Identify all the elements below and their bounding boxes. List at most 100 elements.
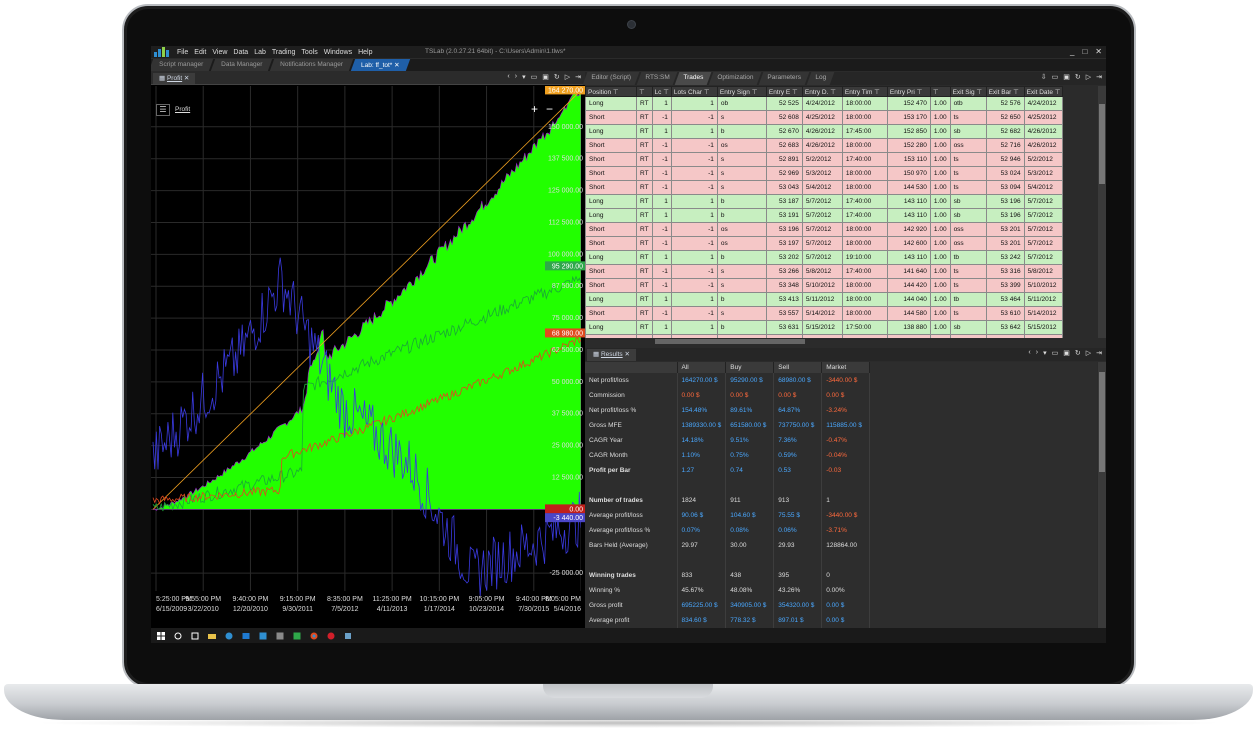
results-row[interactable]: Gross profit 695225.00 $340905.00 $354320… — [585, 598, 871, 613]
results-row[interactable] — [585, 478, 871, 493]
store-icon[interactable] — [242, 632, 250, 640]
tab-profit[interactable]: ▦ Profit ✕ — [153, 73, 196, 84]
trades-horizontal-scrollbar[interactable] — [585, 338, 1106, 346]
doc-tab-0[interactable]: Script manager — [151, 59, 214, 71]
table-row[interactable]: Short RT -1 -1 s 53 557 5/14/2012 18:00:00 144 5… — [585, 306, 1064, 321]
folder-icon[interactable]: ▭ — [531, 73, 538, 81]
trades-col-header[interactable]: Lc ⊤ — [651, 86, 672, 97]
opera-icon[interactable] — [327, 632, 335, 640]
trades-vertical-scrollbar[interactable] — [1098, 86, 1106, 338]
results-row[interactable]: Net profit/loss % 154.48% 89.61% 64.87% -3.2… — [585, 403, 871, 418]
dropdown-icon[interactable]: ▾ — [522, 73, 526, 81]
table-row[interactable]: Long RT 1 1 b 53 631 5/15/2012 17:50:00 138 880 1… — [585, 320, 1064, 335]
trades-col-header[interactable]: Lots Char ⊤ — [670, 86, 718, 97]
menu-tools[interactable]: Tools — [301, 49, 317, 56]
search-icon[interactable] — [174, 632, 182, 640]
menu-view[interactable]: View — [212, 49, 227, 56]
table-row[interactable]: Long RT 1 1 b 52 670 4/26/2012 17:45:00 152 850 1… — [585, 124, 1064, 139]
results-row[interactable]: Number of trades 1824 911 913 1 — [585, 493, 871, 508]
results-row[interactable]: Winning trades 833 438 395 0 — [585, 568, 871, 583]
results-col-header[interactable]: Buy — [725, 362, 775, 373]
menu-file[interactable]: File — [177, 49, 188, 56]
results-row[interactable]: Average profit/loss % 0.07% 0.08% 0.06% -3.7… — [585, 523, 871, 538]
doc-tab-2[interactable]: Notifications Manager — [270, 59, 354, 71]
zoom-in-button[interactable]: + — [531, 102, 538, 116]
trades-col-header[interactable]: Position ⊤ — [585, 86, 637, 97]
results-row[interactable]: Gross MFE 1389330.00 $651580.00 $737750.0… — [585, 418, 871, 433]
save-icon[interactable]: ▣ — [1063, 73, 1070, 81]
nav-right-icon[interactable]: › — [1036, 349, 1038, 357]
menu-edit[interactable]: Edit — [194, 49, 206, 56]
edge-browser-icon[interactable] — [225, 632, 233, 640]
table-row[interactable]: Short RT -1 -1 s 52 608 4/25/2012 18:00:00 153 1… — [585, 110, 1064, 125]
zoom-out-button[interactable]: − — [546, 102, 553, 116]
results-row[interactable]: Commission 0.00 $0.00 $0.00 $0.00 $ — [585, 388, 871, 403]
refresh-icon[interactable]: ↻ — [1075, 349, 1081, 357]
results-row[interactable]: Bars Held (Average) 29.97 30.00 29.93 128864… — [585, 538, 871, 553]
maximize-icon[interactable]: □ — [1082, 47, 1087, 56]
play-icon[interactable]: ▷ — [1086, 73, 1091, 81]
table-row[interactable]: Short RT -1 -1 s 53 348 5/10/2012 18:00:00 144 4… — [585, 278, 1064, 293]
results-col-header[interactable]: Market — [821, 362, 871, 373]
table-row[interactable]: Short RT -1 -1 s 53 266 5/8/2012 17:40:00 141 64… — [585, 264, 1064, 279]
legend-toggle-button[interactable]: ☰ — [156, 104, 170, 116]
minimize-icon[interactable]: _ — [1070, 47, 1074, 56]
results-col-header[interactable]: All — [677, 362, 727, 373]
table-row[interactable]: Long RT 1 1 b 53 413 5/11/2012 18:00:00 144 040 1… — [585, 292, 1064, 307]
results-col-header[interactable] — [585, 362, 678, 373]
tab-trades[interactable]: Trades — [674, 72, 712, 85]
save-icon[interactable]: ▣ — [542, 73, 549, 81]
tslab-taskbar-icon[interactable] — [259, 632, 267, 640]
folder-icon[interactable]: ▭ — [1052, 349, 1059, 357]
profit-chart[interactable]: 150 000.00 137 500.00 125 000.00 112 500.00… — [151, 85, 585, 629]
trades-col-header[interactable]: ⊤ — [636, 86, 653, 97]
tab-editor-script-[interactable]: Editor (Script) — [582, 72, 640, 85]
trades-col-header[interactable]: Exit Date ⊤ — [1023, 86, 1064, 97]
download-icon[interactable]: ⇩ — [1041, 73, 1047, 81]
step-icon[interactable]: ⇥ — [1096, 73, 1102, 81]
task-view-icon[interactable] — [191, 632, 199, 640]
table-row[interactable]: Short RT -1 -1 s 52 969 5/3/2012 18:00:00 150 97… — [585, 166, 1064, 181]
results-row[interactable]: Net profit/loss 164270.00 $95290.00 $6898… — [585, 373, 871, 388]
results-row[interactable]: Profit per Bar 1.27 0.74 0.53 -0.03 — [585, 463, 871, 478]
play-icon[interactable]: ▷ — [565, 73, 570, 81]
doc-tab-3[interactable]: Lab: ff_tot* ✕ — [350, 59, 410, 71]
menu-help[interactable]: Help — [358, 49, 372, 56]
refresh-icon[interactable]: ↻ — [554, 73, 560, 81]
misc-app-icon[interactable] — [344, 632, 352, 640]
windows-start-icon[interactable] — [157, 631, 165, 640]
trades-col-header[interactable]: Entry Pri ⊤ — [886, 86, 931, 97]
doc-tab-1[interactable]: Data Manager — [210, 59, 273, 71]
table-row[interactable]: Short RT -1 -1 s 52 891 5/2/2012 17:40:00 153 11… — [585, 152, 1064, 167]
menu-data[interactable]: Data — [233, 49, 248, 56]
tab-rts-sm[interactable]: RTS:SM — [636, 72, 678, 85]
trades-col-header[interactable]: Exit Sig ⊤ — [949, 86, 987, 97]
table-row[interactable]: Short RT -1 -1 s 53 043 5/4/2012 18:00:00 144 53… — [585, 180, 1064, 195]
menu-trading[interactable]: Trading — [272, 49, 295, 56]
save-icon[interactable]: ▣ — [1063, 349, 1070, 357]
folder-icon[interactable]: ▭ — [1052, 73, 1059, 81]
results-col-header[interactable]: Sell — [773, 362, 823, 373]
refresh-icon[interactable]: ↻ — [1075, 73, 1081, 81]
nav-right-icon[interactable]: › — [515, 73, 517, 81]
trades-col-header[interactable]: Entry E ⊤ — [765, 86, 803, 97]
legend-label[interactable]: Profit — [175, 106, 190, 113]
results-row[interactable]: Average profit/loss 90.06 $104.60 $75.55 … — [585, 508, 871, 523]
results-vertical-scrollbar[interactable] — [1098, 362, 1106, 628]
table-row[interactable]: Long RT 1 1 ob 52 525 4/24/2012 18:00:00 152 470… — [585, 96, 1064, 111]
tab-parameters[interactable]: Parameters — [758, 72, 810, 85]
table-row[interactable]: Long RT 1 1 b 53 202 5/7/2012 19:10:00 143 110 1.… — [585, 250, 1064, 265]
step-icon[interactable]: ⇥ — [575, 73, 581, 81]
play-icon[interactable]: ▷ — [1086, 349, 1091, 357]
table-row[interactable]: Short RT -1 -1 os 53 197 5/7/2012 18:00:00 142 6… — [585, 236, 1064, 251]
nav-left-icon[interactable]: ‹ — [1028, 349, 1030, 357]
trades-col-header[interactable]: Exit Bar ⊤ — [985, 86, 1025, 97]
results-row[interactable]: CAGR Month 1.10% 0.75% 0.59% -0.04% — [585, 448, 871, 463]
results-row[interactable]: Winning % 45.67% 48.08% 43.26% 0.00% — [585, 583, 871, 598]
results-row[interactable]: Average profit 834.60 $778.32 $897.01 $0.… — [585, 613, 871, 628]
table-row[interactable]: Long RT 1 1 b 53 187 5/7/2012 17:40:00 143 110 1.… — [585, 194, 1064, 209]
app-taskbar-icon[interactable] — [276, 632, 284, 640]
table-row[interactable]: Short RT -1 -1 os 52 683 4/26/2012 18:00:00 152 … — [585, 138, 1064, 153]
trades-col-header[interactable]: Entry Sign ⊤ — [716, 86, 767, 97]
table-row[interactable]: Long RT 1 1 b 53 191 5/7/2012 17:40:00 143 110 1.… — [585, 208, 1064, 223]
